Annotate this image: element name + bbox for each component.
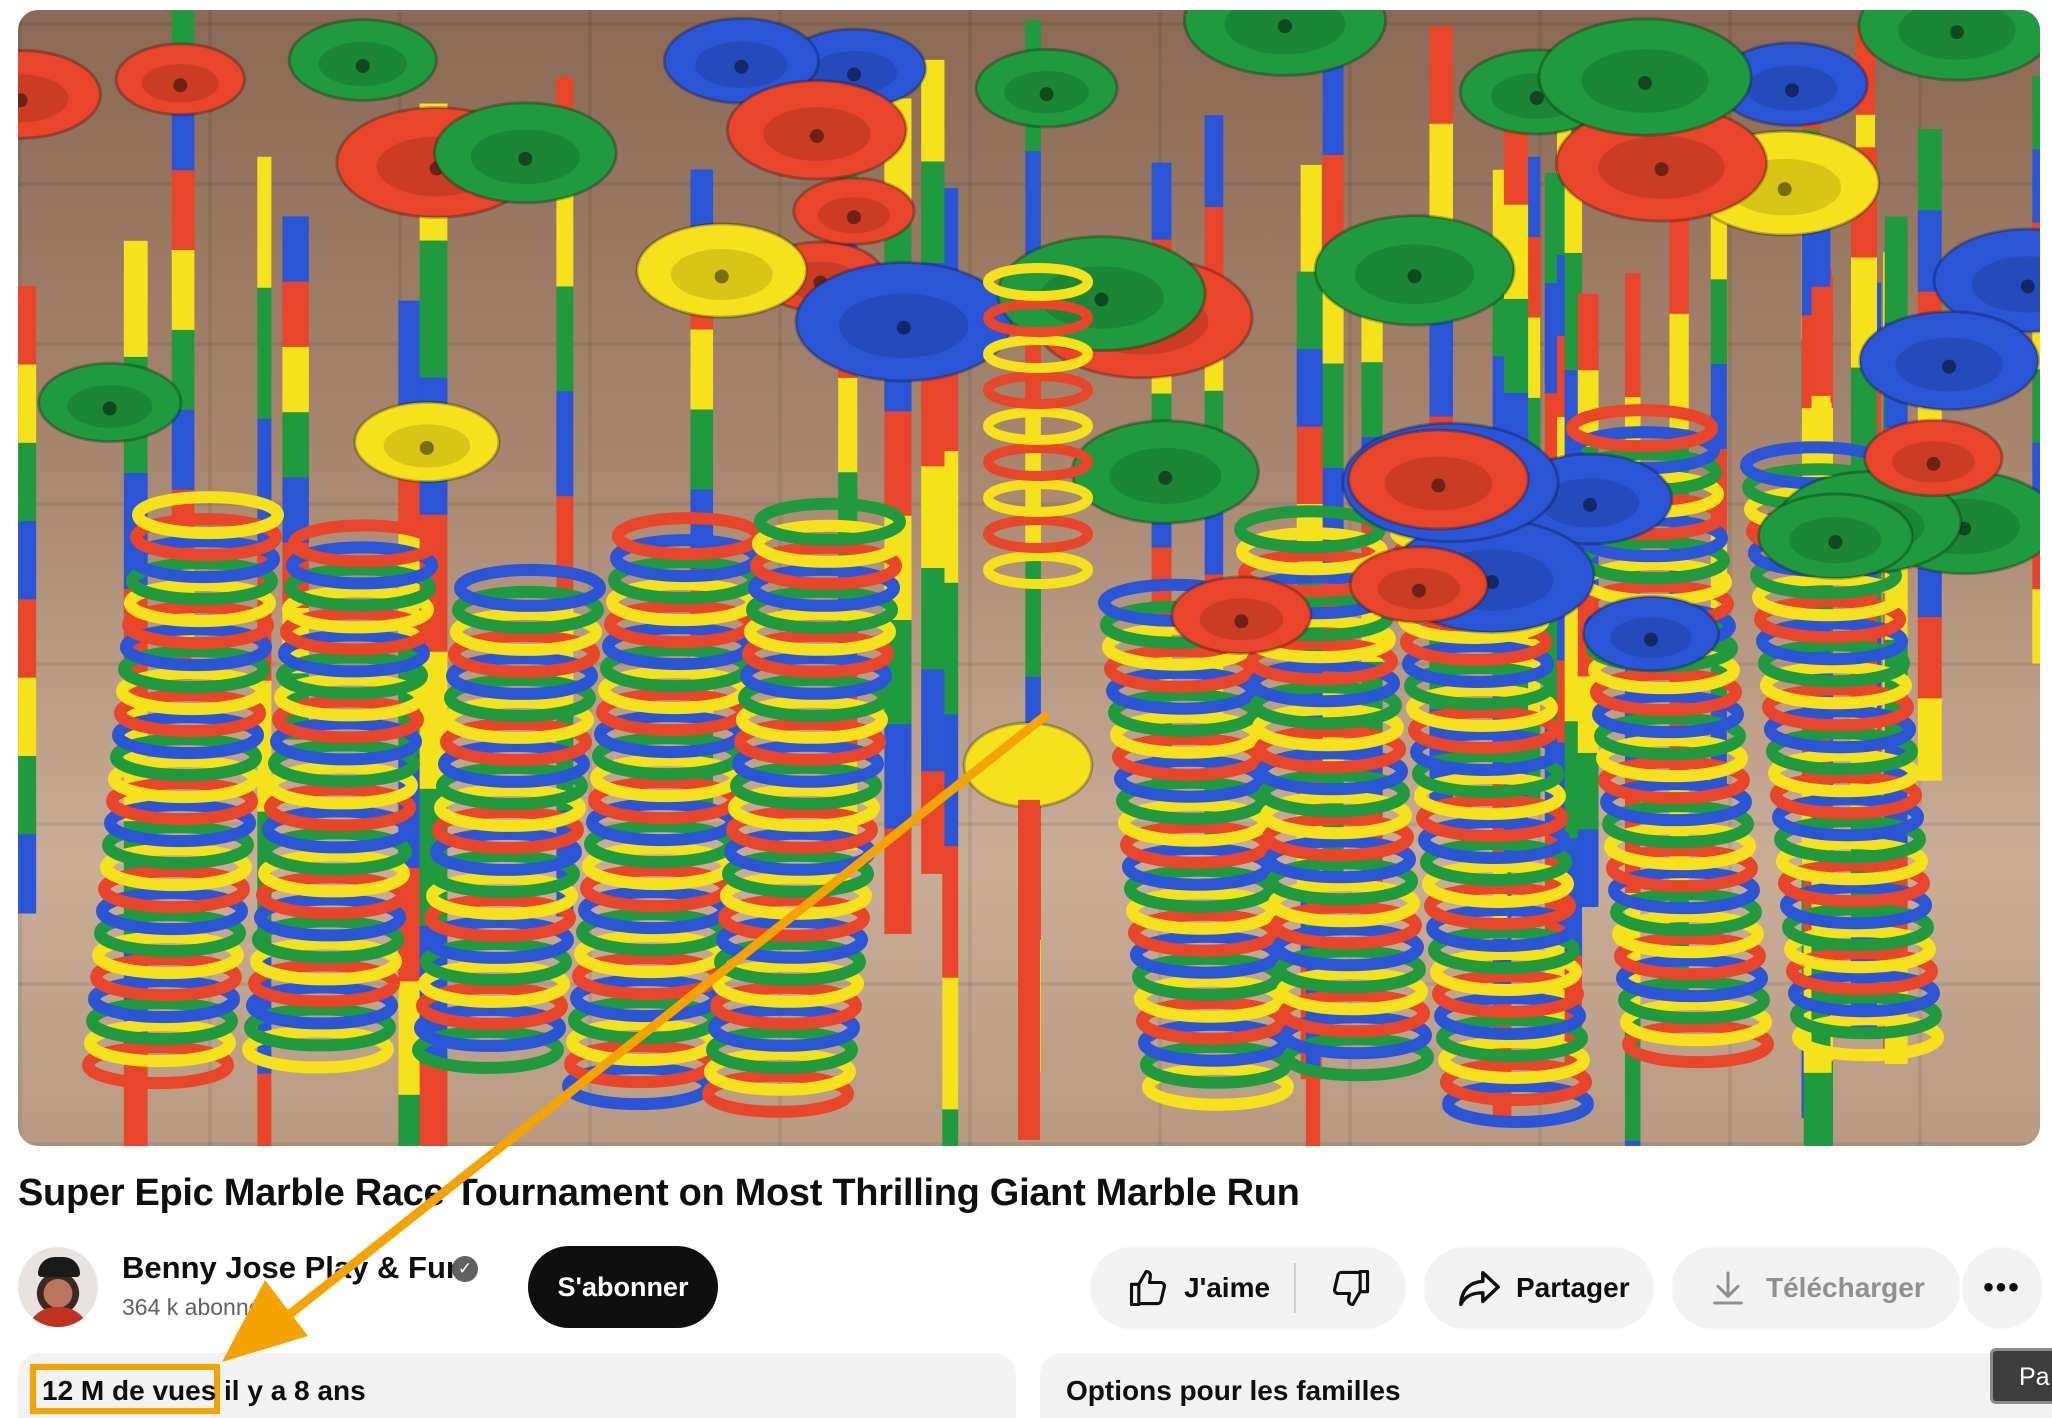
channel-name[interactable]: Benny Jose Play & Fun (122, 1250, 465, 1286)
like-dislike-group: J'aime (1090, 1247, 1406, 1329)
verified-icon: ✓ (452, 1256, 478, 1282)
view-count: 12 M de vues (42, 1375, 217, 1406)
share-button[interactable]: Partager (1424, 1247, 1654, 1329)
channel-avatar[interactable] (18, 1247, 98, 1327)
more-actions-button[interactable]: ••• (1962, 1247, 2042, 1329)
corner-button[interactable]: Pa (1990, 1348, 2052, 1404)
dislike-button[interactable] (1296, 1247, 1406, 1329)
video-title: Super Epic Marble Race Tournament on Mos… (18, 1172, 1300, 1214)
thumbs-down-icon (1333, 1269, 1370, 1307)
subscriber-count: 364 k abonnés (122, 1294, 273, 1320)
share-label: Partager (1516, 1272, 1630, 1303)
share-icon (1459, 1270, 1500, 1307)
upload-age: il y a 8 ans (224, 1375, 366, 1406)
marble-run-thumbnail (18, 10, 2040, 1146)
thumbs-up-icon (1129, 1269, 1166, 1307)
like-button[interactable]: J'aime (1090, 1247, 1294, 1329)
download-label: Télécharger (1766, 1272, 1925, 1303)
download-icon (1713, 1271, 1743, 1305)
family-options-label: Options pour les familles (1066, 1375, 1401, 1406)
subscribe-button[interactable]: S'abonner (528, 1246, 718, 1328)
download-button[interactable]: Télécharger (1672, 1247, 1960, 1329)
video-player[interactable] (18, 10, 2040, 1146)
like-label: J'aime (1184, 1272, 1271, 1303)
